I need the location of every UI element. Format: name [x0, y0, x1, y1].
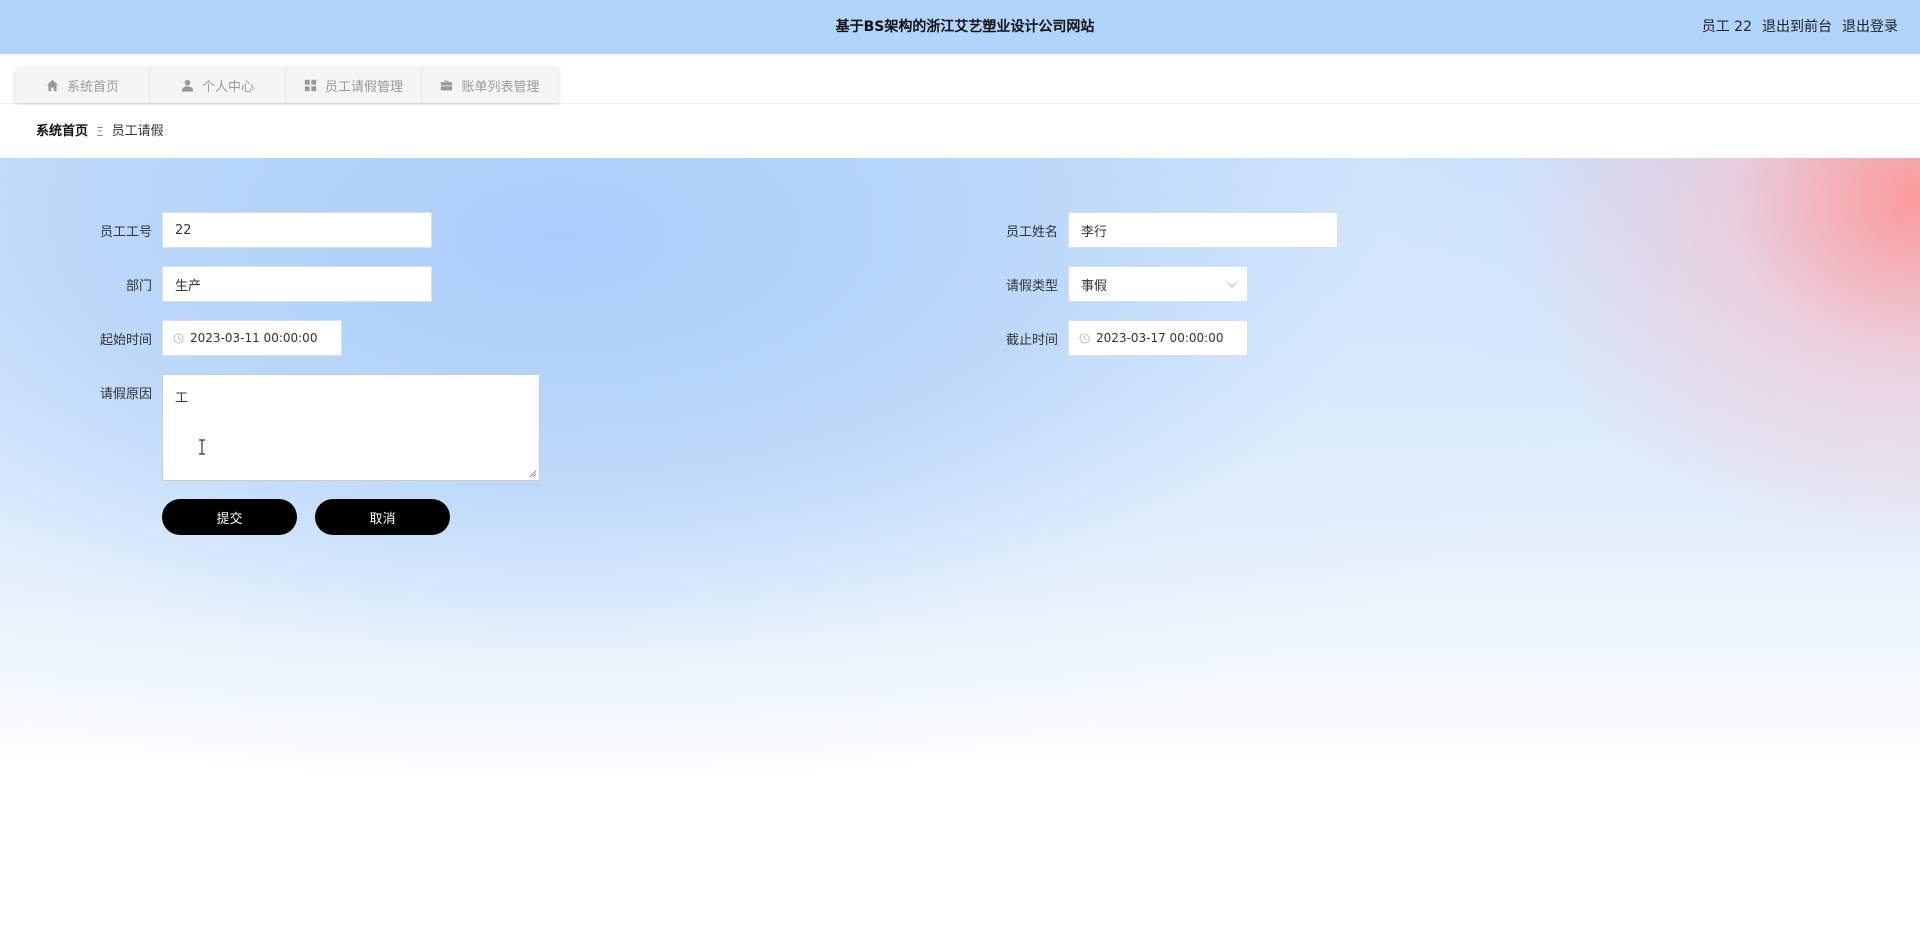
top-bar: 基于BS架构的浙江艾艺塑业设计公司网站 员工 22 退出到前台 退出登录: [0, 0, 1920, 54]
nav-row: 系统首页 个人中心 员工请假管理 账单列表管理: [0, 54, 1920, 104]
resize-handle-icon[interactable]: [529, 470, 537, 478]
breadcrumb-home[interactable]: 系统首页: [36, 100, 88, 164]
tab-label: 账单列表管理: [461, 79, 540, 95]
tab-label: 员工请假管理: [324, 79, 403, 95]
end-time-label: 截止时间: [1005, 333, 1058, 348]
reason-textarea[interactable]: 工: [162, 374, 540, 481]
home-icon: [46, 79, 59, 91]
back-to-front-link[interactable]: 退出到前台: [1762, 0, 1832, 54]
breadcrumb-separator: Ξ: [96, 124, 104, 139]
tab-bill-list-management[interactable]: 账单列表管理: [422, 67, 558, 103]
employee-name-label: 员工姓名: [1005, 225, 1058, 240]
reason-value: 工: [175, 391, 189, 406]
breadcrumb-current: 员工请假: [111, 123, 164, 139]
employee-no-input[interactable]: 22: [162, 212, 432, 248]
nav-tabs: 系统首页 个人中心 员工请假管理 账单列表管理: [16, 67, 558, 103]
logout-link[interactable]: 退出登录: [1842, 0, 1898, 54]
end-time-value: 2023-03-17 00:00:00: [1096, 331, 1224, 345]
grid-icon: [304, 79, 317, 91]
leave-type-value: 事假: [1081, 278, 1108, 294]
department-label: 部门: [125, 279, 152, 294]
submit-button[interactable]: 提交: [162, 499, 297, 535]
site-title: 基于BS架构的浙江艾艺塑业设计公司网站: [835, 19, 1095, 35]
chevron-down-icon: [1227, 282, 1237, 288]
end-time-input[interactable]: 2023-03-17 00:00:00: [1068, 320, 1248, 356]
tab-leave-management[interactable]: 员工请假管理: [286, 67, 422, 103]
department-input[interactable]: 生产: [162, 266, 432, 302]
user-label: 员工 22: [1701, 19, 1752, 35]
employee-no-label: 员工工号: [99, 225, 152, 240]
tab-label: 个人中心: [201, 79, 254, 95]
start-time-input[interactable]: 2023-03-11 00:00:00: [162, 320, 342, 356]
breadcrumb: 系统首页 Ξ 员工请假: [36, 105, 164, 158]
employee-name-value: 李行: [1081, 224, 1108, 240]
breadcrumb-row: 系统首页 Ξ 员工请假: [0, 105, 1920, 158]
start-time-label: 起始时间: [99, 333, 152, 348]
leave-type-select[interactable]: 事假: [1068, 266, 1248, 302]
leave-type-label: 请假类型: [1005, 279, 1058, 294]
employee-name-input[interactable]: 李行: [1068, 212, 1338, 248]
department-value: 生产: [175, 278, 202, 294]
employee-no-value: 22: [175, 222, 192, 238]
clock-icon: [173, 332, 184, 344]
tab-personal-center[interactable]: 个人中心: [150, 67, 286, 103]
cancel-button[interactable]: 取消: [315, 499, 450, 535]
clock-icon: [1079, 332, 1090, 344]
tab-label: 系统首页: [66, 79, 119, 95]
text-cursor-icon: [199, 439, 205, 455]
user-icon: [181, 79, 194, 92]
briefcase-icon: [441, 80, 453, 90]
start-time-value: 2023-03-11 00:00:00: [190, 331, 318, 345]
top-right-menu: 员工 22 退出到前台 退出登录: [1702, 0, 1898, 54]
reason-label: 请假原因: [99, 387, 152, 402]
tab-system-home[interactable]: 系统首页: [16, 67, 150, 103]
